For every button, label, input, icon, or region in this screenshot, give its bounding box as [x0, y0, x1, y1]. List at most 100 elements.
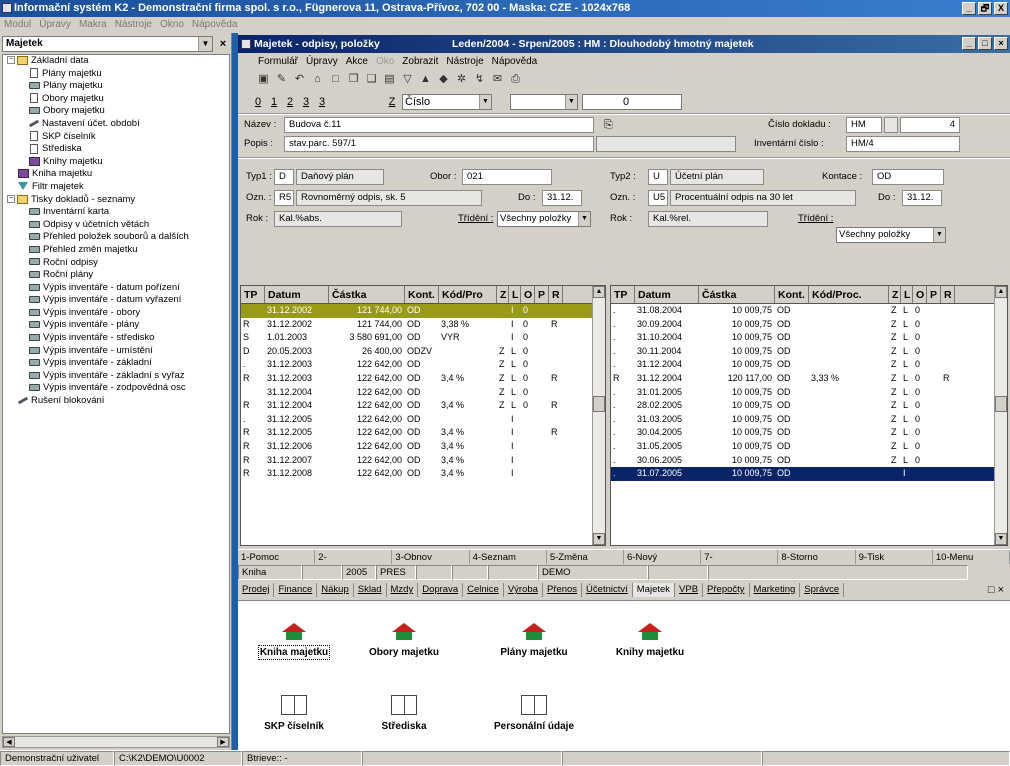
- tab-window-controls[interactable]: □ ×: [988, 584, 1010, 596]
- window-menu-item-1[interactable]: Úpravy: [306, 54, 338, 70]
- desktop-shortcut[interactable]: Personální údaje: [486, 695, 582, 732]
- table-row[interactable]: 31.12.2004 122 642,00 OD Z L 0: [241, 386, 605, 400]
- sorting2-select[interactable]: Všechny položky ▼: [836, 227, 946, 243]
- tree-item[interactable]: − Základní data: [3, 55, 229, 68]
- tree-item[interactable]: Výpis inventáře - středisko: [3, 332, 229, 345]
- table-row[interactable]: R 31.12.2003 122 642,00 OD 3,4 % Z L 0 R: [241, 372, 605, 386]
- table-row[interactable]: . 31.10.2004 10 009,75 OD Z L 0: [611, 331, 1007, 345]
- search-input[interactable]: 0: [582, 94, 682, 110]
- column-header[interactable]: Částka: [329, 286, 405, 303]
- table-row[interactable]: . 30.09.2004 10 009,75 OD Z L 0: [611, 318, 1007, 332]
- table-row[interactable]: . 31.03.2005 10 009,75 OD Z L 0: [611, 413, 1007, 427]
- collapse-icon[interactable]: −: [7, 56, 15, 65]
- tab-3[interactable]: Sklad: [354, 583, 387, 597]
- down-icon[interactable]: ◆: [436, 72, 451, 87]
- tab-4[interactable]: Mzdy: [387, 583, 419, 597]
- column-header[interactable]: Z: [889, 286, 901, 303]
- column-header[interactable]: O: [521, 286, 535, 303]
- type2-field[interactable]: U: [648, 169, 668, 185]
- tree-item[interactable]: Výpis inventáře - základní s vyřaz: [3, 370, 229, 383]
- main-menu-item-2[interactable]: Makra: [79, 17, 107, 33]
- mark1-field[interactable]: R5: [274, 190, 294, 206]
- close-panel-button[interactable]: ×: [216, 38, 230, 50]
- function-key-9[interactable]: 9-Tisk: [856, 550, 933, 564]
- until2-field[interactable]: 31.12.: [902, 190, 942, 206]
- minimize-button[interactable]: _: [962, 2, 976, 15]
- tree-item[interactable]: Výpis inventáře - základní: [3, 357, 229, 370]
- book-icon[interactable]: ▤: [382, 72, 397, 87]
- column-header[interactable]: P: [927, 286, 941, 303]
- tree-item[interactable]: Odpisy v účetních větách: [3, 219, 229, 232]
- table-row[interactable]: R 31.12.2005 122 642,00 OD 3,4 % I R: [241, 426, 605, 440]
- tab-7[interactable]: Výroba: [504, 583, 543, 597]
- type1-field[interactable]: D: [274, 169, 294, 185]
- chevron-down-icon[interactable]: ▼: [198, 36, 212, 51]
- table-row[interactable]: . 31.08.2004 10 009,75 OD Z L 0: [611, 304, 1007, 318]
- tree-item[interactable]: Roční odpisy: [3, 257, 229, 270]
- tab-12[interactable]: Přepočty: [703, 583, 750, 597]
- function-key-3[interactable]: 3-Obnov: [392, 550, 470, 564]
- page-link-3[interactable]: 3: [300, 96, 312, 108]
- print-icon[interactable]: ⎙: [508, 72, 523, 87]
- tab-9[interactable]: Účetnictví: [582, 583, 633, 597]
- scroll-thumb[interactable]: [593, 396, 605, 412]
- window-close-button[interactable]: ×: [994, 37, 1008, 50]
- scroll-right-icon[interactable]: ▶: [217, 737, 229, 747]
- mark2-field[interactable]: U5: [648, 190, 668, 206]
- vertical-scrollbar[interactable]: ▲ ▼: [592, 286, 605, 545]
- table-row[interactable]: R 31.12.2006 122 642,00 OD 3,4 % I: [241, 440, 605, 454]
- column-header[interactable]: Datum: [635, 286, 699, 303]
- tab-5[interactable]: Doprava: [418, 583, 464, 597]
- desktop-shortcut[interactable]: Plány majetku: [486, 623, 582, 658]
- tab-6[interactable]: Celnice: [463, 583, 504, 597]
- column-header[interactable]: L: [509, 286, 521, 303]
- sort-key[interactable]: Z: [386, 96, 398, 108]
- table-row[interactable]: . 31.12.2005 122 642,00 OD I: [241, 413, 605, 427]
- desktop-shortcut[interactable]: SKP číselník: [246, 695, 342, 732]
- table-row[interactable]: S 1.01.2003 3 580 691,00 OD VYR I 0: [241, 331, 605, 345]
- tree-item[interactable]: Přehled změn majetku: [3, 244, 229, 257]
- page-link-2[interactable]: 2: [284, 96, 296, 108]
- function-key-4[interactable]: 4-Seznam: [470, 550, 547, 564]
- tab-14[interactable]: Správce: [800, 583, 845, 597]
- table-row[interactable]: R 31.12.2002 121 744,00 OD 3,38 % I 0 R: [241, 318, 605, 332]
- document-series-field[interactable]: HM: [846, 117, 882, 133]
- tree-item[interactable]: Výpis inventáře - datum vyřazení: [3, 294, 229, 307]
- tab-8[interactable]: Přenos: [543, 583, 583, 597]
- window-restore-button[interactable]: □: [978, 37, 992, 50]
- table-row[interactable]: . 30.06.2005 10 009,75 OD Z L 0: [611, 454, 1007, 468]
- table-row[interactable]: R 31.12.2007 122 642,00 OD 3,4 % I: [241, 454, 605, 468]
- tools-icon[interactable]: ✲: [454, 72, 469, 87]
- tab-2[interactable]: Nákup: [317, 583, 354, 597]
- function-key-5[interactable]: 5-Změna: [547, 550, 625, 564]
- new-icon[interactable]: □: [328, 72, 343, 87]
- copy-icon[interactable]: ❐: [346, 72, 361, 87]
- posting-field[interactable]: OD: [872, 169, 944, 185]
- function-key-7[interactable]: 7-: [701, 550, 779, 564]
- scroll-up-icon[interactable]: ▲: [593, 286, 605, 298]
- column-header[interactable]: TP: [611, 286, 635, 303]
- table-row[interactable]: R 31.12.2004 122 642,00 OD 3,4 % Z L 0 R: [241, 399, 605, 413]
- tree-item[interactable]: Výpis inventáře - obory: [3, 307, 229, 320]
- chevron-down-icon[interactable]: ▼: [479, 95, 491, 109]
- table-row[interactable]: . 31.01.2005 10 009,75 OD Z L 0: [611, 386, 1007, 400]
- main-menu-item-1[interactable]: Úpravy: [39, 17, 71, 33]
- tree-item[interactable]: Střediska: [3, 143, 229, 156]
- tree-item[interactable]: Plány majetku: [3, 68, 229, 81]
- tab-0[interactable]: Prodej: [238, 583, 275, 597]
- table-row[interactable]: . 30.11.2004 10 009,75 OD Z L 0: [611, 345, 1007, 359]
- column-header[interactable]: Kont.: [405, 286, 439, 303]
- tree-item[interactable]: SKP číselník: [3, 131, 229, 144]
- tree-item[interactable]: Inventární karta: [3, 206, 229, 219]
- page-link-1[interactable]: 1: [268, 96, 280, 108]
- vertical-scrollbar[interactable]: ▲ ▼: [994, 286, 1007, 545]
- function-key-6[interactable]: 6-Nový: [624, 550, 702, 564]
- table-row[interactable]: . 31.12.2004 10 009,75 OD Z L 0: [611, 358, 1007, 372]
- table-row[interactable]: 31.12.2002 121 744,00 OD I 0: [241, 304, 605, 318]
- module-selector[interactable]: Majetek ▼: [2, 35, 213, 52]
- tab-11[interactable]: VPB: [675, 583, 704, 597]
- attachment-icon[interactable]: ⎘: [604, 119, 613, 132]
- function-key-10[interactable]: 10-Menu: [933, 550, 1010, 564]
- name-field[interactable]: Budova č.11: [284, 117, 594, 133]
- tree-item[interactable]: − Tisky dokladů - seznamy: [3, 194, 229, 207]
